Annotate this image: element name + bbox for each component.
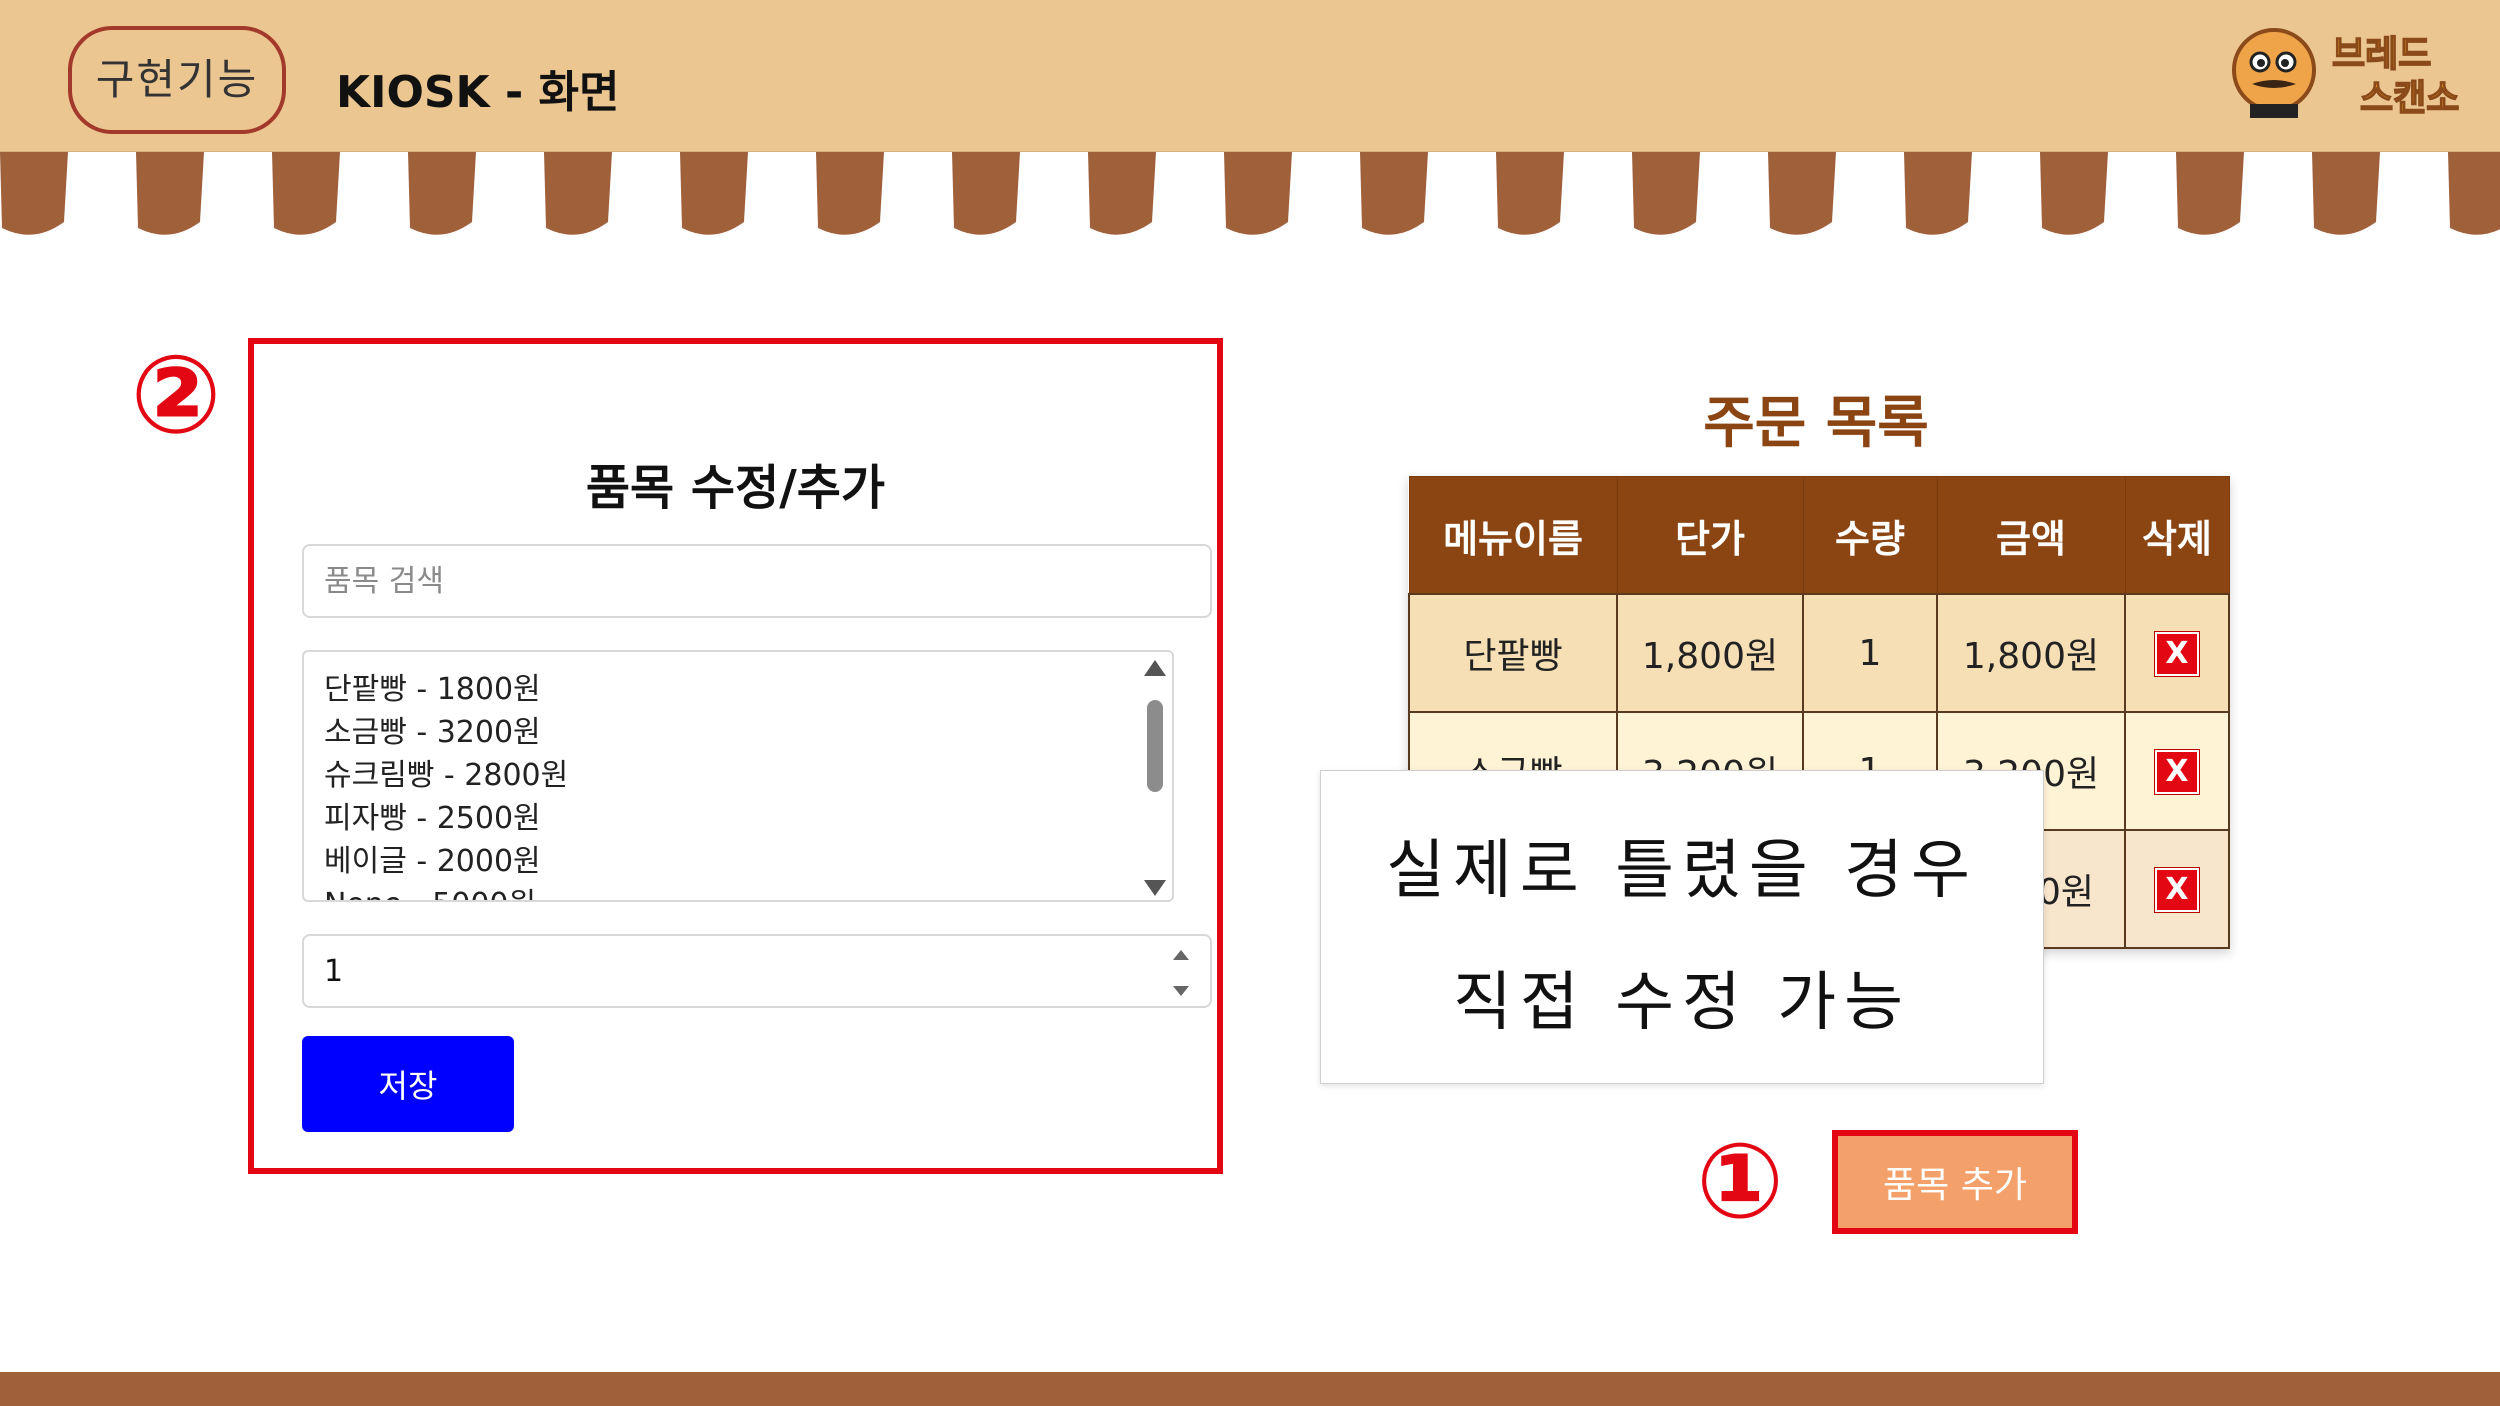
unit-price-cell: 1,800원 bbox=[1616, 593, 1804, 713]
awning-stripe bbox=[2176, 152, 2244, 235]
list-item[interactable]: 피자빵 - 2500원 bbox=[324, 797, 568, 840]
awning-stripe bbox=[952, 152, 1020, 235]
awning-decoration bbox=[0, 152, 2500, 248]
delete-cell: X bbox=[2124, 829, 2230, 949]
awning-stripe bbox=[2448, 152, 2500, 235]
note-line-2: 직접 수정 가능 bbox=[1453, 966, 1911, 1040]
edit-panel-title: 품목 수정/추가 bbox=[585, 460, 886, 516]
delete-button[interactable]: X bbox=[2154, 630, 2200, 677]
delete-button[interactable]: X bbox=[2154, 866, 2200, 913]
svg-text:스캔소: 스캔소 bbox=[2360, 78, 2459, 119]
list-item[interactable]: 단팥빵 - 1800원 bbox=[324, 668, 568, 711]
note-overlay: 실제로 틀렸을 경우 직접 수정 가능 bbox=[1320, 770, 2044, 1084]
item-select-list[interactable]: 단팥빵 - 1800원 소금빵 - 3200원 슈크림빵 - 2800원 피자빵… bbox=[302, 650, 1174, 902]
scroll-down-arrow-icon[interactable] bbox=[1144, 880, 1166, 896]
column-header-delete: 삭제 bbox=[2124, 476, 2230, 595]
awning-stripe bbox=[1496, 152, 1564, 235]
column-header-amount: 금액 bbox=[1936, 476, 2126, 595]
scroll-thumb[interactable] bbox=[1147, 700, 1163, 792]
list-item[interactable]: None - 5000원 bbox=[324, 883, 568, 900]
column-header-menu: 메뉴이름 bbox=[1408, 476, 1618, 595]
table-header-row: 메뉴이름 단가 수량 금액 삭제 bbox=[1408, 476, 2230, 595]
awning-stripe bbox=[2312, 152, 2380, 235]
awning-stripe bbox=[680, 152, 748, 235]
quantity-cell: 1 bbox=[1802, 593, 1938, 713]
brand-logo: 브레드 스캔소 bbox=[2232, 28, 2460, 120]
awning-stripe bbox=[544, 152, 612, 235]
quantity-stepper[interactable]: 1 bbox=[302, 934, 1212, 1008]
note-line-1: 실제로 틀렸을 경우 bbox=[1386, 834, 1978, 908]
page-title: KIOSK - 화면 bbox=[336, 67, 620, 118]
awning-stripe bbox=[2040, 152, 2108, 235]
item-edit-panel: 품목 수정/추가 단팥빵 - 1800원 소금빵 - 3200원 슈크림빵 - … bbox=[248, 338, 1223, 1174]
spin-down-icon[interactable] bbox=[1173, 986, 1189, 996]
awning-stripe bbox=[1224, 152, 1292, 235]
annotation-number-2: ② bbox=[130, 333, 222, 458]
list-item[interactable]: 슈크림빵 - 2800원 bbox=[324, 754, 568, 797]
spin-up-icon[interactable] bbox=[1173, 950, 1189, 960]
delete-cell: X bbox=[2124, 711, 2230, 831]
column-header-price: 단가 bbox=[1616, 476, 1804, 595]
save-button[interactable]: 저장 bbox=[302, 1036, 514, 1132]
header-bar: 구현기능 KIOSK - 화면 브레드 스캔소 bbox=[0, 0, 2500, 152]
awning-stripe bbox=[0, 152, 68, 235]
feature-badge: 구현기능 bbox=[68, 26, 286, 134]
list-scrollbar[interactable] bbox=[1144, 660, 1166, 896]
awning-stripe bbox=[408, 152, 476, 235]
awning-stripe bbox=[1360, 152, 1428, 235]
svg-text:브레드: 브레드 bbox=[2332, 34, 2431, 75]
awning-stripe bbox=[136, 152, 204, 235]
list-item[interactable]: 소금빵 - 3200원 bbox=[324, 711, 568, 754]
table-row: 단팥빵 1,800원 1 1,800원 X bbox=[1408, 593, 2230, 713]
quantity-spinner[interactable] bbox=[1172, 950, 1190, 996]
delete-button[interactable]: X bbox=[2154, 748, 2200, 795]
amount-cell: 1,800원 bbox=[1936, 593, 2126, 713]
footer-bar bbox=[0, 1372, 2500, 1406]
list-item[interactable]: 베이글 - 2000원 bbox=[324, 840, 568, 883]
quantity-value[interactable]: 1 bbox=[324, 954, 343, 989]
scroll-up-arrow-icon[interactable] bbox=[1144, 660, 1166, 676]
add-item-button[interactable]: 품목 추가 bbox=[1832, 1130, 2078, 1234]
awning-stripe bbox=[816, 152, 884, 235]
column-header-qty: 수량 bbox=[1802, 476, 1938, 595]
awning-stripe bbox=[1768, 152, 1836, 235]
awning-stripe bbox=[1904, 152, 1972, 235]
order-list-title: 주문 목록 bbox=[1703, 391, 1929, 456]
awning-stripe bbox=[1632, 152, 1700, 235]
menu-name-cell: 단팥빵 bbox=[1408, 593, 1618, 713]
awning-stripe bbox=[272, 152, 340, 235]
awning-stripe bbox=[1088, 152, 1156, 235]
item-search-input[interactable] bbox=[302, 544, 1212, 618]
delete-cell: X bbox=[2124, 593, 2230, 713]
annotation-number-1: ① bbox=[1695, 1120, 1785, 1242]
